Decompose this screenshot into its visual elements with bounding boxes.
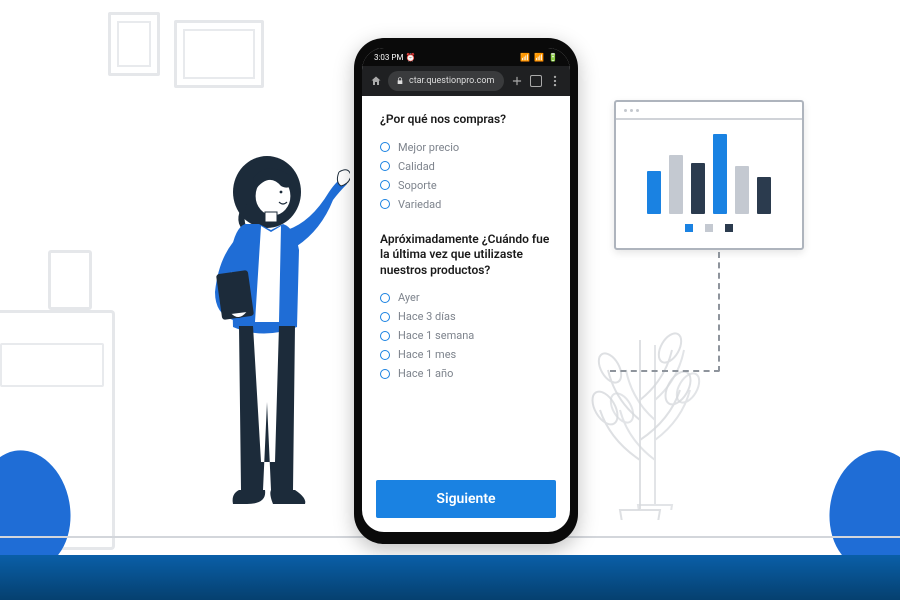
status-time: 3:03 PM xyxy=(374,53,403,62)
radio-icon xyxy=(380,161,390,171)
decor-frame-large xyxy=(174,20,264,88)
chart-bar xyxy=(757,177,771,214)
radio-icon xyxy=(380,350,390,360)
chart-bars xyxy=(616,120,802,220)
q2-option[interactable]: Ayer xyxy=(380,288,552,307)
decor-frame-small xyxy=(108,12,160,76)
question-2-text: Apróximadamente ¿Cuándo fue la última ve… xyxy=(380,232,552,279)
phone-mockup: 3:03 PM ⏰ 📶 📶 🔋 ctar.questionpro.com ¿Po… xyxy=(354,38,578,544)
next-button[interactable]: Siguiente xyxy=(376,480,556,518)
url-bar[interactable]: ctar.questionpro.com xyxy=(388,71,504,91)
legend-item xyxy=(685,224,693,232)
dashed-connector xyxy=(610,252,720,372)
survey-body: ¿Por qué nos compras? Mejor precio Calid… xyxy=(362,96,570,480)
q2-option[interactable]: Hace 1 año xyxy=(380,364,552,383)
chart-bar xyxy=(691,163,705,214)
tabs-icon[interactable] xyxy=(530,75,542,87)
radio-icon xyxy=(380,293,390,303)
chart-bar xyxy=(735,166,749,214)
q2-option[interactable]: Hace 3 días xyxy=(380,307,552,326)
radio-icon xyxy=(380,369,390,379)
radio-icon xyxy=(380,180,390,190)
lock-icon xyxy=(396,77,404,85)
chart-bar xyxy=(669,155,683,214)
phone-status-bar: 3:03 PM ⏰ 📶 📶 🔋 xyxy=(362,48,570,66)
radio-icon xyxy=(380,312,390,322)
browser-toolbar: ctar.questionpro.com xyxy=(362,66,570,96)
signal-icon: 📶 xyxy=(520,53,530,62)
chart-bar xyxy=(647,171,661,214)
radio-icon xyxy=(380,199,390,209)
q1-option[interactable]: Variedad xyxy=(380,195,552,214)
question-1-text: ¿Por qué nos compras? xyxy=(380,112,552,128)
q1-option[interactable]: Calidad xyxy=(380,157,552,176)
radio-icon xyxy=(380,142,390,152)
battery-icon: 🔋 xyxy=(548,53,558,62)
wifi-icon: 📶 xyxy=(534,53,544,62)
q1-option[interactable]: Mejor precio xyxy=(380,138,552,157)
question-2-options: Ayer Hace 3 días Hace 1 semana Hace 1 me… xyxy=(380,288,552,383)
alarm-icon: ⏰ xyxy=(405,53,415,62)
chart-legend xyxy=(616,220,802,236)
home-icon[interactable] xyxy=(370,75,382,87)
url-text: ctar.questionpro.com xyxy=(409,76,494,86)
q1-option[interactable]: Soporte xyxy=(380,176,552,195)
decor-box xyxy=(48,250,92,310)
question-1-options: Mejor precio Calidad Soporte Variedad xyxy=(380,138,552,214)
menu-dots-icon[interactable] xyxy=(548,74,562,88)
radio-icon xyxy=(380,331,390,341)
legend-item xyxy=(725,224,733,232)
chart-window-header xyxy=(616,102,802,120)
new-tab-icon[interactable] xyxy=(510,74,524,88)
chart-panel xyxy=(614,100,804,250)
q2-option[interactable]: Hace 1 mes xyxy=(380,345,552,364)
bottom-bar xyxy=(0,555,900,600)
person-illustration xyxy=(175,142,350,542)
q2-option[interactable]: Hace 1 semana xyxy=(380,326,552,345)
legend-item xyxy=(705,224,713,232)
chart-bar xyxy=(713,134,727,214)
